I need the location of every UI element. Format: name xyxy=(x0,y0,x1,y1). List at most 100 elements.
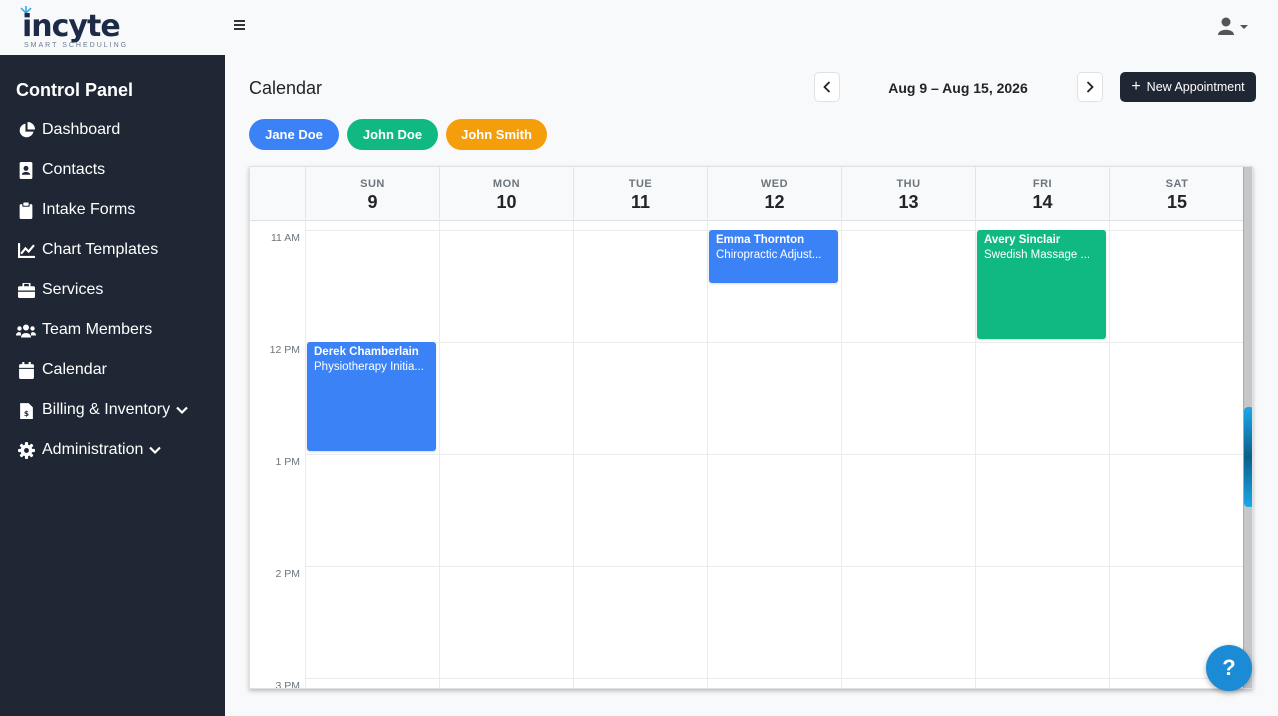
day-name: SUN xyxy=(360,178,385,190)
day-header[interactable]: SAT 15 xyxy=(1109,167,1244,221)
main-content: Calendar Aug 9 – Aug 15, 2026 + New Appo… xyxy=(225,55,1278,716)
day-date: 14 xyxy=(1032,192,1053,212)
new-appointment-label: New Appointment xyxy=(1146,80,1245,94)
sidebar-item-label: Services xyxy=(42,281,104,298)
day-header[interactable]: THU 13 xyxy=(841,167,975,221)
chart-pie-icon xyxy=(16,121,36,139)
prev-week-button[interactable] xyxy=(814,72,840,102)
chevron-down-icon xyxy=(176,406,188,415)
chevron-left-icon xyxy=(823,81,831,93)
day-header[interactable]: SUN 9 xyxy=(305,167,439,221)
day-header[interactable]: FRI 14 xyxy=(975,167,1109,221)
line-chart-icon xyxy=(16,241,36,259)
staff-filter-john-smith[interactable]: John Smith xyxy=(446,119,547,150)
help-button[interactable]: ? xyxy=(1206,645,1252,691)
sidebar-title: Control Panel xyxy=(16,80,134,100)
event-client-name: Derek Chamberlain xyxy=(314,346,419,358)
day-date: 9 xyxy=(367,192,378,212)
hour-line xyxy=(305,342,1244,343)
brand-name: incyte xyxy=(22,9,121,44)
sidebar-item-label: Administration xyxy=(42,441,144,458)
day-name: WED xyxy=(760,178,789,190)
new-appointment-button[interactable]: + New Appointment xyxy=(1120,72,1256,102)
sidebar-item-label: Billing & Inventory xyxy=(42,401,171,418)
event-client-name: Avery Sinclair xyxy=(984,234,1061,246)
sidebar-item-administration[interactable]: Administration xyxy=(16,437,216,463)
clipboard-icon xyxy=(16,201,36,219)
date-range: Aug 9 – Aug 15, 2026 xyxy=(888,80,1028,96)
sidebar: Control Panel Dashboard Contacts Intake … xyxy=(0,55,225,716)
event-client-name: Emma Thornton xyxy=(716,234,805,246)
sidebar-item-team-members[interactable]: Team Members xyxy=(16,317,216,343)
sidebar-item-calendar[interactable]: Calendar xyxy=(16,357,216,383)
user-icon xyxy=(1218,17,1234,35)
chevron-right-icon xyxy=(1086,81,1094,93)
sidebar-item-label: Calendar xyxy=(42,361,107,378)
sidebar-item-intake-forms[interactable]: Intake Forms xyxy=(16,197,216,223)
hour-line xyxy=(305,678,1244,679)
day-name: FRI xyxy=(1032,178,1053,190)
chevron-down-icon xyxy=(149,446,162,455)
appointment-event[interactable]: Avery Sinclair Swedish Massage ... xyxy=(977,230,1106,339)
day-header[interactable]: TUE 11 xyxy=(573,167,707,221)
event-service-name: Physiotherapy Initia... xyxy=(314,361,424,373)
sidebar-item-contacts[interactable]: Contacts xyxy=(16,157,216,183)
hour-line xyxy=(305,454,1244,455)
briefcase-icon xyxy=(16,281,36,299)
day-column-divider xyxy=(305,221,306,688)
address-book-icon xyxy=(16,161,36,179)
scrollbar-thumb[interactable] xyxy=(1244,407,1252,507)
day-date: 11 xyxy=(630,192,651,212)
user-menu[interactable] xyxy=(1216,16,1250,38)
staff-filter-john-doe[interactable]: John Doe xyxy=(347,119,438,150)
brand-logo[interactable]: incyte SMART SCHEDULING xyxy=(20,4,130,52)
day-name: THU xyxy=(896,178,921,190)
sidebar-item-dashboard[interactable]: Dashboard xyxy=(16,117,216,143)
calendar-icon xyxy=(16,361,36,379)
week-calendar: SUN 9 MON 10 TUE 11 WED 12 THU 13 FRI 14 SAT 15 11 AM… xyxy=(249,166,1253,689)
day-column-divider xyxy=(707,221,708,688)
day-column-divider xyxy=(1109,221,1110,688)
day-date: 12 xyxy=(764,192,785,212)
sidebar-item-label: Intake Forms xyxy=(42,201,136,218)
time-label: 11 AM xyxy=(271,232,300,244)
sidebar-item-services[interactable]: Services xyxy=(16,277,216,303)
day-column-divider xyxy=(439,221,440,688)
calendar-grid[interactable]: 11 AM 12 PM 1 PM 2 PM 3 PM Emma Thornton Chiro… xyxy=(250,221,1244,689)
day-column-divider xyxy=(975,221,976,688)
time-label: 12 PM xyxy=(269,344,300,356)
caret-down-icon xyxy=(1240,25,1248,29)
time-label: 3 PM xyxy=(275,680,300,689)
day-date: 15 xyxy=(1166,192,1188,212)
day-column-divider xyxy=(841,221,842,688)
plus-icon: + xyxy=(1131,78,1141,95)
sidebar-item-label: Chart Templates xyxy=(42,241,159,258)
day-header[interactable]: WED 12 xyxy=(707,167,841,221)
appointment-event[interactable]: Derek Chamberlain Physiotherapy Initia... xyxy=(307,342,436,451)
event-service-name: Swedish Massage ... xyxy=(984,249,1091,261)
brand-tagline: SMART SCHEDULING xyxy=(24,42,129,49)
top-bar: incyte SMART SCHEDULING xyxy=(0,0,1278,55)
day-header[interactable]: MON 10 xyxy=(439,167,573,221)
invoice-icon: $ xyxy=(16,401,36,419)
day-name: TUE xyxy=(628,178,653,190)
page-title: Calendar xyxy=(249,78,323,98)
day-date: 10 xyxy=(496,192,517,212)
sidebar-item-label: Contacts xyxy=(42,161,106,178)
menu-toggle-icon[interactable] xyxy=(234,18,246,32)
day-date: 13 xyxy=(898,192,919,212)
event-service-name: Chiropractic Adjust... xyxy=(716,249,822,261)
staff-filter-jane-doe[interactable]: Jane Doe xyxy=(249,119,339,150)
time-label: 1 PM xyxy=(275,456,300,468)
day-column-divider xyxy=(573,221,574,688)
time-label: 2 PM xyxy=(275,568,300,580)
appointment-event[interactable]: Emma Thornton Chiropractic Adjust... xyxy=(709,230,838,283)
sidebar-item-chart-templates[interactable]: Chart Templates xyxy=(16,237,216,263)
svg-text:$: $ xyxy=(23,408,28,417)
sidebar-item-billing-inventory[interactable]: $ Billing & Inventory xyxy=(16,397,216,423)
day-name: SAT xyxy=(1165,178,1189,190)
day-name: MON xyxy=(492,178,521,190)
users-icon xyxy=(16,321,36,339)
next-week-button[interactable] xyxy=(1077,72,1103,102)
sidebar-item-label: Dashboard xyxy=(42,121,121,138)
